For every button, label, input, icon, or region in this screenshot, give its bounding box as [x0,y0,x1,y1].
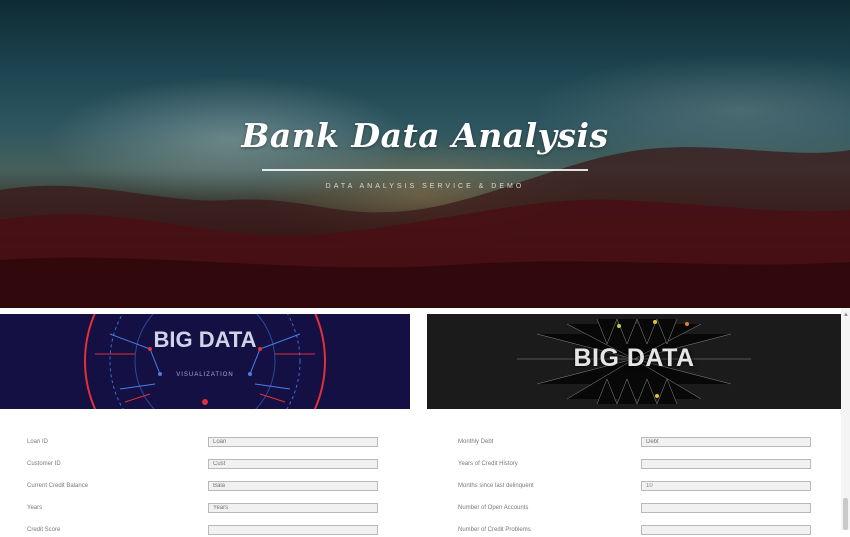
form-row-years: Years [27,503,387,515]
delinquent-label: Months since last delinquent [458,483,534,489]
page-scrollbar[interactable]: ▲ [841,308,850,530]
credit-problems-input[interactable] [641,525,811,535]
years-label: Years [27,505,43,511]
open-accounts-label: Number of Open Accounts [458,505,529,511]
form-row-credit-problems: Number of Credit Problems [458,525,818,537]
form-row-credit-balance: Current Credit Balance [27,481,387,493]
scroll-up-arrow-icon[interactable]: ▲ [843,312,849,318]
form-row-credit-history: Years of Credit History [458,459,818,471]
loan-form-left: Loan ID Customer ID Current Credit Balan… [0,409,410,535]
title-underline [262,169,588,171]
credit-history-input[interactable] [641,459,811,469]
form-row-open-accounts: Number of Open Accounts [458,503,818,515]
form-row-monthly-debt: Monthly Debt [458,437,818,449]
customer-id-input[interactable] [208,459,378,469]
form-row-credit-score: Credit Score [27,525,387,537]
credit-score-input[interactable] [208,525,378,535]
open-accounts-input[interactable] [641,503,811,513]
loan-form-right: Monthly Debt Years of Credit History Mon… [427,409,841,535]
form-row-loan-id: Loan ID [27,437,387,449]
page-title: Bank Data Analysis [241,116,609,155]
form-row-customer-id: Customer ID [27,459,387,471]
scrollbar-thumb[interactable] [843,498,848,530]
credit-balance-label: Current Credit Balance [27,483,89,489]
credit-score-label: Credit Score [27,527,61,533]
credit-balance-input[interactable] [208,481,378,491]
form-row-delinquent: Months since last delinquent [458,481,818,493]
big-data-image-left: BIG DATA VISUALIZATION [0,314,410,409]
delinquent-input[interactable] [641,481,811,491]
credit-problems-label: Number of Credit Problems [458,527,531,533]
big-data-title-right: BIG DATA [573,344,695,372]
page-subtitle: DATA ANALYSIS SERVICE & DEMO [325,183,525,190]
customer-id-label: Customer ID [27,461,61,467]
monthly-debt-label: Monthly Debt [458,439,494,445]
big-data-title-left: BIG DATA [153,327,257,352]
loan-id-label: Loan ID [27,439,49,445]
credit-history-label: Years of Credit History [458,461,518,467]
hero-banner: Bank Data Analysis DATA ANALYSIS SERVICE… [0,0,850,308]
big-data-image-right: BIG DATA [427,314,841,409]
years-input[interactable] [208,503,378,513]
loan-id-input[interactable] [208,437,378,447]
monthly-debt-input[interactable] [641,437,811,447]
big-data-subtitle-left: VISUALIZATION [176,372,234,378]
